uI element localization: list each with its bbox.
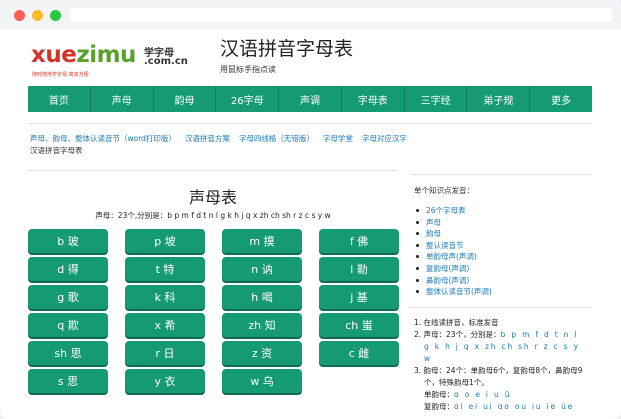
- site-logo[interactable]: xuezimu 学字母 .com.cn 随时随地学字母,简单方便: [31, 42, 191, 78]
- sidebar-item: 鼻韵母(声调): [414, 275, 492, 287]
- nav-dizigui[interactable]: 弟子规: [467, 86, 531, 112]
- link-word-print[interactable]: 声母、韵母、整体认读音节（word打印版）: [30, 134, 176, 143]
- info-line-3b: 个，特殊韵母1个。: [424, 378, 489, 387]
- site-title: 汉语拼音字母表: [220, 38, 354, 60]
- section-description: 声母：23个,分别是：b p m f d t n l g k h j q x z…: [95, 211, 331, 220]
- divider: [410, 307, 592, 308]
- info-panel: 1. 在线读拼音，标准发音 2. 声母：23个，分别是：b p m f d t …: [414, 317, 594, 413]
- initial-button-s[interactable]: s 思: [28, 369, 108, 393]
- sidebar-link-initials[interactable]: 声母: [426, 218, 441, 227]
- nav-finals[interactable]: 韵母: [154, 86, 217, 112]
- info-initials-letters-2[interactable]: g k h j q x zh ch sh r z c s y: [414, 341, 594, 353]
- initial-button-w[interactable]: w 乌: [222, 369, 302, 393]
- logo-xue: xue: [31, 42, 77, 68]
- link-letter-school[interactable]: 字母学堂: [323, 134, 353, 143]
- logo-wordmark: xuezimu: [31, 42, 136, 68]
- initial-button-g[interactable]: g 歌: [28, 285, 108, 309]
- close-window-button[interactable]: [14, 10, 25, 21]
- info-single-letters[interactable]: ɑ o e i u ü: [454, 390, 511, 399]
- sidebar-item: 26个字母表: [414, 205, 492, 217]
- info-initials-letters[interactable]: b p m f d t n l: [501, 330, 579, 339]
- browser-window: xuezimu 学字母 .com.cn 随时随地学字母,简单方便 汉语拼音字母表…: [0, 0, 621, 419]
- related-links: 声母、韵母、整体认读音节（word打印版） 汉语拼音方案 字母四线格（无错版） 字母学…: [30, 133, 590, 157]
- info-complex-label: 复韵母：: [424, 402, 454, 411]
- divider: [410, 174, 592, 175]
- maximize-window-button[interactable]: [50, 10, 61, 21]
- initial-button-c[interactable]: c 雌: [319, 341, 399, 365]
- sidebar-item: 韵母: [414, 228, 492, 240]
- nav-26-letters[interactable]: 26字母: [216, 86, 280, 112]
- sidebar-item: 整认读音节: [414, 240, 492, 252]
- initial-button-j[interactable]: j 基: [319, 285, 399, 309]
- sidebar-item: 整体认读音节(声调): [414, 286, 492, 298]
- initial-button-x[interactable]: x 希: [125, 313, 205, 337]
- info-initials-letters-3[interactable]: w: [414, 353, 594, 365]
- sidebar-link-nasal-finals-tones[interactable]: 鼻韵母(声调): [426, 276, 469, 285]
- logo-domain: .com.cn: [144, 56, 188, 67]
- nav-initials[interactable]: 声母: [91, 86, 154, 112]
- initial-button-ch[interactable]: ch 蚩: [319, 313, 399, 337]
- sidebar-item: 声母: [414, 217, 492, 229]
- initial-button-t[interactable]: t 特: [125, 257, 205, 281]
- initial-button-b[interactable]: b 玻: [28, 229, 108, 253]
- nav-three-character-classic[interactable]: 三字经: [405, 86, 468, 112]
- divider: [28, 123, 592, 124]
- breadcrumb-current: 汉语拼音字母表: [30, 146, 83, 155]
- initial-button-m[interactable]: m 摸: [222, 229, 302, 253]
- info-single-finals: 单韵母：ɑ o e i u ü: [414, 389, 594, 401]
- sidebar-list: 26个字母表 声母 韵母 整认读音节 单韵母声(声调) 复韵母(声调) 鼻韵母(…: [414, 205, 492, 298]
- sidebar-link-single-finals-tones[interactable]: 单韵母声(声调): [426, 252, 477, 261]
- link-pinyin-scheme[interactable]: 汉语拼音方案: [185, 134, 230, 143]
- info-line-1: 1. 在线读拼音，标准发音: [414, 318, 499, 327]
- address-bar[interactable]: [70, 8, 612, 22]
- link-four-line-grid[interactable]: 字母四线格（无错版）: [239, 134, 314, 143]
- initial-button-l[interactable]: l 勒: [319, 257, 399, 281]
- sidebar-link-26-letters[interactable]: 26个字母表: [426, 206, 466, 215]
- sidebar-link-complex-finals-tones[interactable]: 复韵母(声调): [426, 264, 469, 273]
- sidebar-link-whole-syllables-tones[interactable]: 整体认读音节(声调): [426, 287, 492, 296]
- sidebar-title: 单个知识点发音：: [414, 186, 474, 195]
- section-title: 声母表: [188, 188, 237, 207]
- initial-button-f[interactable]: f 佛: [319, 229, 399, 253]
- sidebar-item: 单韵母声(声调): [414, 251, 492, 263]
- info-initials-label: 2. 声母：23个，分别是：: [414, 330, 501, 339]
- main-nav: 首页 声母 韵母 26字母 声调 字母表 三字经 弟子规 更多: [28, 86, 592, 112]
- initial-button-r[interactable]: r 日: [125, 341, 205, 365]
- logo-zimu: zimu: [76, 42, 136, 68]
- sidebar-link-finals[interactable]: 韵母: [426, 229, 441, 238]
- nav-more[interactable]: 更多: [530, 86, 592, 112]
- initial-button-q[interactable]: q 欺: [28, 313, 108, 337]
- logo-slogan: 随时随地学字母,简单方便: [32, 72, 89, 78]
- info-single-label: 单韵母：: [424, 390, 454, 399]
- link-letter-characters[interactable]: 字母对应汉字: [362, 134, 407, 143]
- divider: [28, 170, 398, 171]
- info-line-3: 3. 韵母：24个：单韵母6个，复韵母8个，鼻韵母9: [414, 366, 583, 375]
- nav-home[interactable]: 首页: [28, 86, 91, 112]
- site-header: xuezimu 学字母 .com.cn 随时随地学字母,简单方便 汉语拼音字母表…: [0, 30, 621, 85]
- initial-button-y[interactable]: y 衣: [125, 369, 205, 393]
- initial-button-z[interactable]: z 资: [222, 341, 302, 365]
- initial-button-h[interactable]: h 喝: [222, 285, 302, 309]
- nav-tones[interactable]: 声调: [279, 86, 342, 112]
- info-complex-letters[interactable]: ɑi ei ui ɑo ou iu ie üe: [454, 402, 574, 411]
- nav-alphabet[interactable]: 字母表: [342, 86, 405, 112]
- site-subtitle: 用鼠标手指点读: [220, 65, 276, 74]
- initial-button-k[interactable]: k 科: [125, 285, 205, 309]
- title-bar: [0, 0, 621, 30]
- minimize-window-button[interactable]: [32, 10, 43, 21]
- initial-button-p[interactable]: p 坡: [125, 229, 205, 253]
- sidebar-item: 复韵母(声调): [414, 263, 492, 275]
- initial-button-sh[interactable]: sh 思: [28, 341, 108, 365]
- initial-button-d[interactable]: d 得: [28, 257, 108, 281]
- info-line-2: 2. 声母：23个，分别是：b p m f d t n l: [414, 329, 594, 341]
- info-complex-finals: 复韵母：ɑi ei ui ɑo ou iu ie üe: [414, 401, 594, 413]
- sidebar-link-whole-syllables[interactable]: 整认读音节: [426, 241, 464, 250]
- initial-button-n[interactable]: n 讷: [222, 257, 302, 281]
- initial-button-zh[interactable]: zh 知: [222, 313, 302, 337]
